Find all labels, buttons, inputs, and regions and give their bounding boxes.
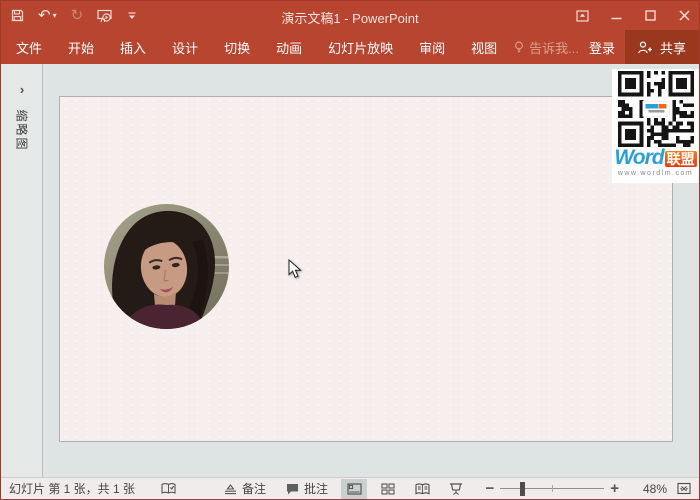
- tab-slideshow[interactable]: 幻灯片放映: [315, 30, 406, 64]
- notes-button[interactable]: 备注: [224, 480, 266, 497]
- tab-review[interactable]: 审阅: [406, 30, 458, 64]
- zoom-in-button[interactable]: +: [606, 481, 623, 496]
- tell-me-label: 告诉我...: [529, 38, 579, 57]
- comments-label: 批注: [304, 480, 328, 497]
- mouse-cursor: [288, 259, 302, 279]
- reading-view-icon: [415, 483, 430, 495]
- undo-dropdown-icon: ▾: [53, 11, 57, 20]
- start-slideshow-icon: [97, 9, 113, 23]
- notes-label: 备注: [242, 480, 266, 497]
- quick-access-toolbar: ↶ ▾ ↻: [1, 8, 137, 23]
- zoom-level[interactable]: 48%: [631, 482, 667, 496]
- share-button[interactable]: 共享: [625, 30, 699, 64]
- circular-portrait-image[interactable]: [104, 204, 229, 329]
- close-button[interactable]: [677, 9, 691, 23]
- tab-design[interactable]: 设计: [159, 30, 211, 64]
- maximize-icon: [645, 10, 656, 21]
- thumbnail-pane-collapsed[interactable]: › 缩略图: [1, 64, 43, 477]
- zoom-out-button[interactable]: −: [481, 481, 498, 496]
- window-controls: [575, 1, 691, 30]
- tab-animations[interactable]: 动画: [263, 30, 315, 64]
- minimize-button[interactable]: [609, 9, 623, 23]
- tab-file[interactable]: 文件: [3, 30, 55, 64]
- slide-sorter-icon: [381, 483, 395, 495]
- tell-me-box[interactable]: 告诉我...: [514, 38, 579, 57]
- spell-check-book-icon: [161, 482, 176, 495]
- zoom-slider-center-tick: [552, 485, 553, 492]
- minimize-icon: [611, 10, 622, 22]
- watermark-logo: Word联盟: [612, 147, 699, 168]
- share-person-icon: [638, 41, 653, 54]
- notes-icon: [224, 483, 237, 495]
- fit-window-icon: [677, 482, 691, 495]
- workspace: › 缩略图: [1, 64, 699, 477]
- powerpoint-window: ↶ ▾ ↻ 演示文稿1 - PowerPoint: [0, 0, 700, 500]
- window-title: 演示文稿1 - PowerPoint: [281, 8, 418, 27]
- save-icon: [11, 9, 24, 22]
- tab-insert[interactable]: 插入: [107, 30, 159, 64]
- status-bar-right: − + 48%: [333, 479, 691, 499]
- comment-icon: [286, 483, 299, 495]
- tab-view[interactable]: 视图: [458, 30, 510, 64]
- tab-home[interactable]: 开始: [55, 30, 107, 64]
- logo-word-text: Word: [614, 147, 663, 168]
- watermark-url: www.wordlm.com: [612, 170, 699, 177]
- ribbon-tab-bar: 文件 开始 插入 设计 切换 动画 幻灯片放映 审阅 视图 告诉我... 登录 …: [1, 30, 699, 64]
- redo-button[interactable]: ↻: [71, 8, 84, 23]
- redo-icon: ↻: [71, 8, 84, 23]
- start-slideshow-button[interactable]: [97, 9, 113, 23]
- ribbon-display-options-button[interactable]: [575, 9, 589, 23]
- reading-view-button[interactable]: [409, 479, 435, 499]
- slideshow-view-button[interactable]: [443, 479, 469, 499]
- slide-counter[interactable]: 幻灯片 第 1 张，共 1 张: [9, 480, 135, 497]
- qr-code: [612, 71, 699, 147]
- maximize-button[interactable]: [643, 9, 657, 23]
- spell-check-button[interactable]: [161, 482, 176, 495]
- slide-canvas[interactable]: [59, 96, 673, 442]
- zoom-slider-thumb[interactable]: [520, 482, 525, 496]
- normal-view-button[interactable]: [341, 479, 367, 499]
- watermark-panel: Word联盟 www.wordlm.com: [612, 69, 699, 183]
- zoom-slider[interactable]: [500, 482, 604, 496]
- slide-sorter-view-button[interactable]: [375, 479, 401, 499]
- expand-pane-chevron-icon[interactable]: ›: [1, 82, 43, 97]
- undo-button[interactable]: ↶ ▾: [38, 8, 57, 23]
- normal-view-icon: [347, 483, 362, 495]
- logo-cn-text: 联盟: [665, 151, 697, 167]
- customize-toolbar-icon: [127, 11, 137, 21]
- customize-quick-access-button[interactable]: [127, 11, 137, 21]
- comments-button[interactable]: 批注: [286, 480, 328, 497]
- title-bar: ↶ ▾ ↻ 演示文稿1 - PowerPoint: [1, 1, 699, 30]
- save-button[interactable]: [11, 9, 24, 22]
- close-icon: [679, 10, 690, 21]
- undo-icon: ↶: [38, 8, 51, 23]
- lightbulb-icon: [514, 41, 524, 54]
- thumbnail-pane-label: 缩略图: [1, 122, 43, 140]
- sign-in-button[interactable]: 登录: [579, 38, 625, 57]
- ribbon-display-options-icon: [576, 10, 589, 22]
- fit-slide-to-window-button[interactable]: [677, 482, 691, 495]
- share-label: 共享: [660, 38, 686, 57]
- status-bar: 幻灯片 第 1 张，共 1 张 备注 批注: [1, 477, 699, 499]
- slideshow-view-icon: [449, 483, 463, 495]
- tab-transitions[interactable]: 切换: [211, 30, 263, 64]
